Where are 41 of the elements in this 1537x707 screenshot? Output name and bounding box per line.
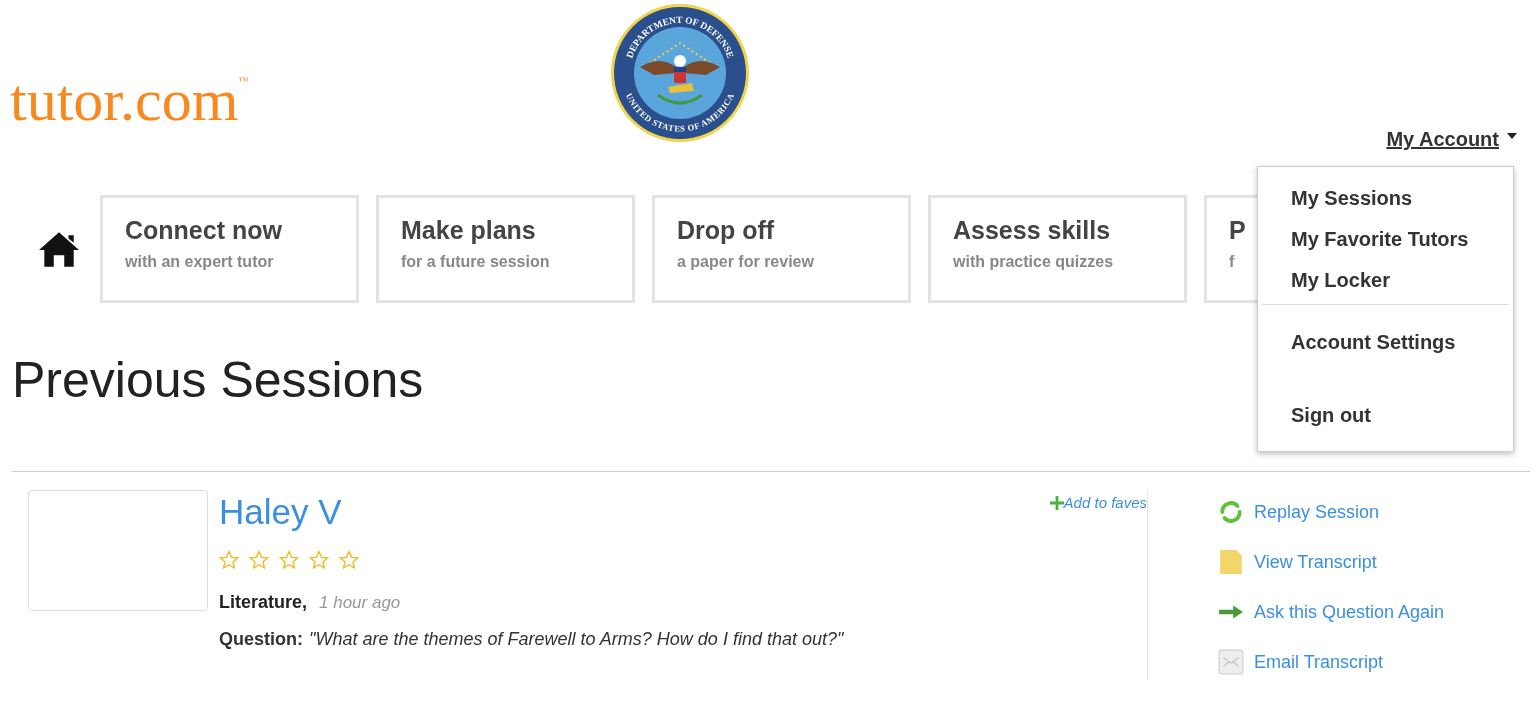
arrow-icon: [1218, 604, 1244, 620]
plus-icon: [1049, 495, 1064, 510]
card-title: Assess skills: [953, 216, 1111, 245]
session-action-link[interactable]: Ask this Question Again: [1218, 598, 1445, 626]
star-icon: [249, 550, 269, 570]
card-title: Connect now: [125, 216, 282, 245]
menu-item[interactable]: My Favorite Tutors: [1258, 222, 1513, 263]
caret-icon: [1507, 132, 1517, 139]
star-icon: [219, 550, 239, 570]
menu-item[interactable]: Account Settings: [1258, 325, 1513, 366]
star-icon: [339, 550, 359, 570]
card-subtitle: for a future session: [401, 253, 550, 271]
question-text: "What are the themes of Farewell to Arms? How do I find that out?": [309, 629, 844, 649]
session-action-link[interactable]: Email Transcript: [1218, 648, 1445, 676]
nav-card[interactable]: Drop off a paper for review: [652, 195, 911, 303]
session-action-link[interactable]: Replay Session: [1218, 498, 1445, 526]
card-subtitle: f: [1229, 253, 1235, 271]
session-time: 1 hour ago: [319, 593, 401, 612]
card-subtitle: a paper for review: [677, 253, 814, 271]
subject-label: Literature,: [219, 592, 308, 612]
menu-item[interactable]: My Locker: [1258, 263, 1513, 304]
card-subtitle: with an expert tutor: [125, 253, 274, 271]
nav-card[interactable]: Make plans for a future session: [376, 195, 635, 303]
refresh-icon: [1218, 499, 1244, 525]
nav-card[interactable]: Connect now with an expert tutor: [100, 195, 359, 303]
menu-item[interactable]: Sign out: [1258, 398, 1513, 439]
card-subtitle: with practice quizzes: [953, 253, 1114, 271]
my-account-link[interactable]: My Account: [1386, 128, 1499, 151]
star-icon: [279, 550, 299, 570]
nav-card[interactable]: Assess skills with practice quizzes: [928, 195, 1187, 303]
card-title: P: [1229, 216, 1246, 245]
add-to-faves-link[interactable]: Add to faves: [1049, 494, 1147, 511]
menu-item[interactable]: My Sessions: [1258, 181, 1513, 222]
card-title: Drop off: [677, 216, 775, 245]
home-icon[interactable]: [38, 230, 80, 268]
envelope-icon: [1218, 649, 1244, 675]
page-title: Previous Sessions: [12, 351, 424, 410]
card-title: Make plans: [401, 216, 536, 245]
question-label: Question:: [219, 629, 303, 649]
star-icon: [309, 550, 329, 570]
document-icon: [1218, 549, 1244, 575]
